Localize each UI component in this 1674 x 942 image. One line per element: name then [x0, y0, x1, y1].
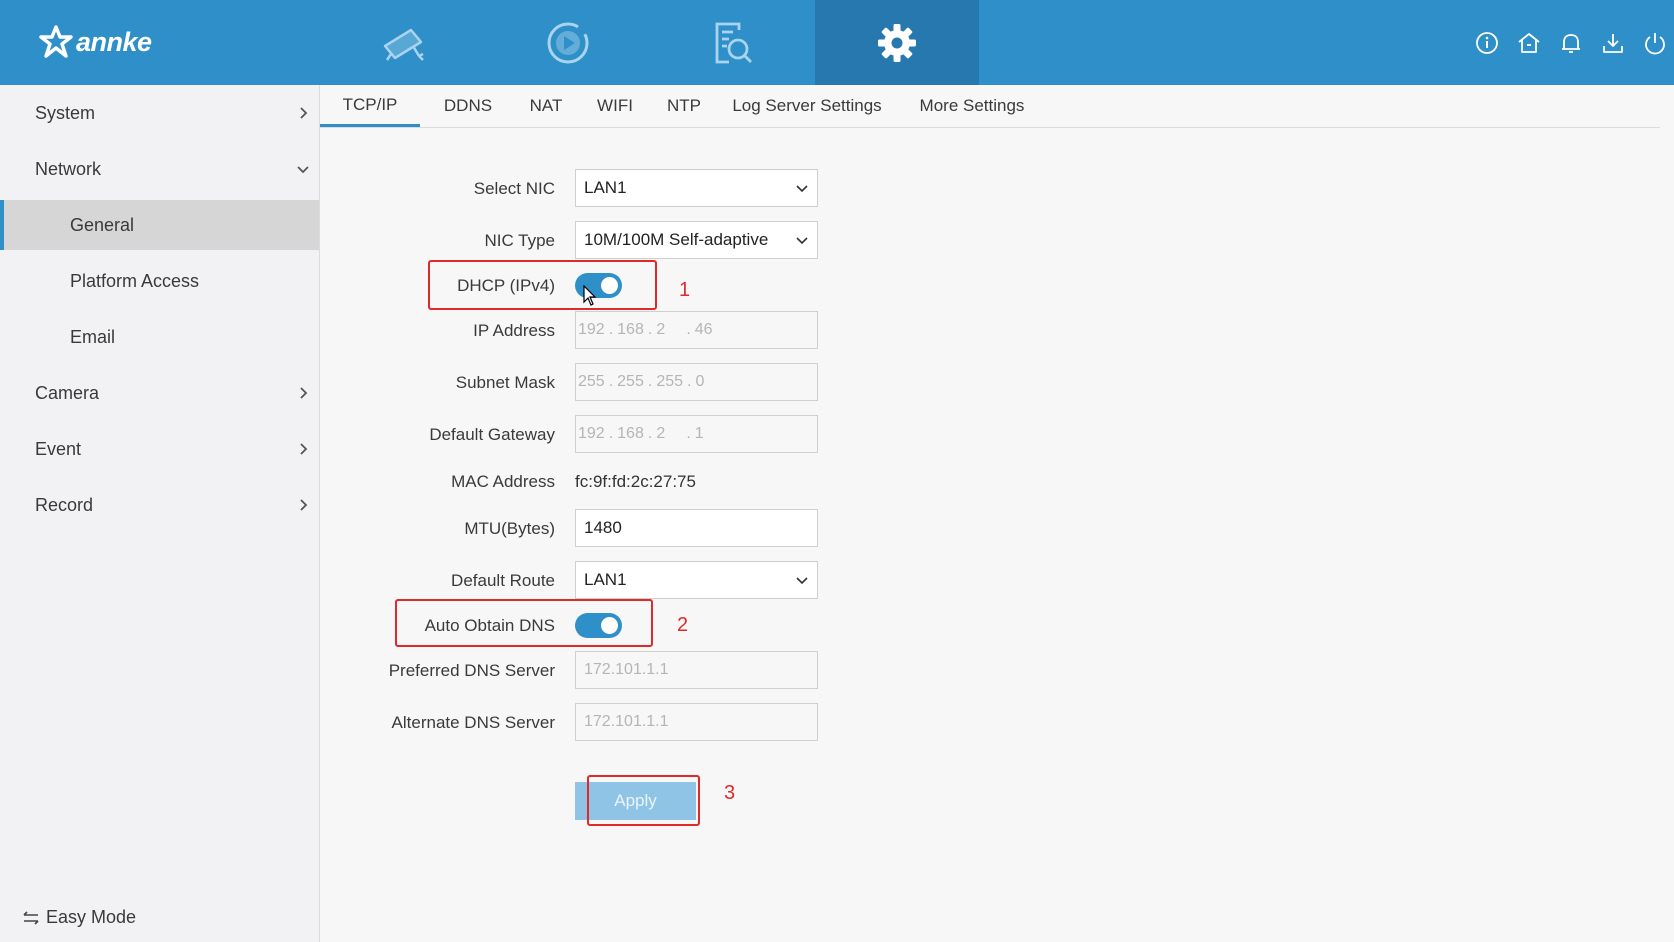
- tab-log-server-settings[interactable]: Log Server Settings: [722, 85, 892, 127]
- nav-search[interactable]: [650, 0, 814, 85]
- sidebar-item-label: Platform Access: [70, 270, 200, 291]
- preferred-dns-label: Preferred DNS Server: [388, 661, 555, 680]
- default-route-label: Default Route: [451, 571, 555, 590]
- mask-octet: 255: [656, 373, 684, 390]
- tab-wifi[interactable]: WIFI: [584, 85, 646, 127]
- nav-playback[interactable]: [486, 0, 650, 85]
- nav-configuration[interactable]: [815, 0, 979, 85]
- annke-logo: annke: [38, 24, 152, 60]
- subnet-mask-field[interactable]: 255. 255. 255. 0: [575, 363, 818, 401]
- alternate-dns-label: Alternate DNS Server: [391, 713, 555, 732]
- ip-address-field[interactable]: 192. 168. 2. 46: [575, 311, 818, 349]
- sidebar-item-label: Email: [70, 326, 116, 347]
- header-right-icons: [1458, 0, 1674, 85]
- easy-mode-button[interactable]: Easy Mode: [22, 907, 136, 928]
- tab-ddns[interactable]: DDNS: [430, 85, 506, 127]
- tab-more-settings[interactable]: More Settings: [902, 85, 1042, 127]
- alternate-dns-value: 172.101.1.1: [584, 713, 669, 730]
- auto-dns-label: Auto Obtain DNS: [424, 616, 555, 635]
- preferred-dns-value: 172.101.1.1: [584, 661, 669, 678]
- gateway-octet: 192: [578, 425, 605, 442]
- chevron-right-icon: [300, 107, 308, 119]
- annotation-number-1: 1: [679, 279, 691, 301]
- chevron-down-icon: [796, 577, 808, 585]
- easy-mode-label: Easy Mode: [46, 907, 137, 927]
- nav-live-view[interactable]: [322, 0, 486, 85]
- mask-octet: 255: [578, 373, 605, 390]
- sidebar: System Network General Platform Access E…: [0, 85, 320, 942]
- gateway-octet: 168: [617, 425, 644, 442]
- camera-icon: [383, 28, 424, 61]
- tab-nat[interactable]: NAT: [516, 85, 576, 127]
- sidebar-item-label: Event: [35, 438, 82, 459]
- logo-mark-icon: [39, 25, 73, 58]
- gateway-octet: 1: [694, 425, 704, 442]
- ip-address-label: IP Address: [473, 321, 555, 340]
- info-icon[interactable]: [1474, 30, 1500, 56]
- alternate-dns-field[interactable]: 172.101.1.1: [575, 703, 818, 741]
- mtu-value: 1480: [584, 518, 622, 537]
- sidebar-item-label: General: [70, 214, 135, 235]
- ip-octet: 192: [578, 321, 605, 338]
- play-icon: [547, 22, 589, 63]
- dhcp-label: DHCP (IPv4): [457, 276, 555, 295]
- mask-octet: 0: [695, 373, 705, 390]
- sidebar-item-system[interactable]: System: [0, 88, 319, 138]
- default-route-value: LAN1: [584, 570, 627, 589]
- default-gateway-label: Default Gateway: [429, 425, 555, 444]
- select-nic-label: Select NIC: [473, 179, 555, 198]
- mac-address-value: fc:9f:fd:2c:27:75: [575, 472, 696, 491]
- top-navigation-bar: annke: [0, 0, 1674, 85]
- tab-ntp[interactable]: NTP: [656, 85, 712, 127]
- swap-icon: [23, 910, 39, 925]
- bell-icon[interactable]: [1558, 30, 1584, 56]
- auto-dns-toggle[interactable]: [575, 613, 622, 638]
- home-icon[interactable]: [1516, 30, 1542, 56]
- sidebar-item-label: Network: [35, 158, 102, 179]
- nic-type-dropdown[interactable]: 10M/100M Self-adaptive: [575, 221, 818, 259]
- ip-octet: 168: [617, 321, 644, 338]
- power-icon[interactable]: [1642, 30, 1668, 56]
- highlight-box-apply: [587, 775, 700, 826]
- mask-octet: 255: [617, 373, 644, 390]
- default-route-dropdown[interactable]: LAN1: [575, 561, 818, 599]
- mtu-input[interactable]: 1480: [575, 509, 818, 547]
- sidebar-item-label: Record: [35, 494, 94, 515]
- chevron-right-icon: [300, 499, 308, 511]
- gateway-octet: 2: [656, 425, 666, 442]
- annotation-number-2: 2: [677, 614, 689, 636]
- sidebar-item-label: System: [35, 102, 96, 123]
- mouse-cursor-icon: [583, 285, 597, 306]
- mac-address-label: MAC Address: [451, 472, 555, 491]
- preferred-dns-field[interactable]: 172.101.1.1: [575, 651, 818, 689]
- file-search-icon: [715, 22, 752, 63]
- select-nic-dropdown[interactable]: LAN1: [575, 169, 818, 207]
- subnet-mask-label: Subnet Mask: [455, 373, 555, 392]
- download-icon[interactable]: [1600, 30, 1626, 56]
- sidebar-item-label: Camera: [35, 382, 100, 403]
- select-nic-value: LAN1: [584, 178, 627, 197]
- annotation-number-3: 3: [724, 782, 736, 804]
- nic-type-value: 10M/100M Self-adaptive: [584, 230, 769, 249]
- ip-octet: 2: [656, 321, 666, 338]
- nic-type-label: NIC Type: [484, 231, 555, 250]
- gear-icon: [878, 23, 916, 62]
- tab-bar: TCP/IP DDNS NAT WIFI NTP Log Server Sett…: [320, 85, 1660, 128]
- chevron-down-icon: [796, 237, 808, 245]
- ip-octet: 46: [694, 321, 713, 338]
- chevron-down-icon: [297, 166, 309, 174]
- chevron-down-icon: [796, 185, 808, 193]
- mtu-label: MTU(Bytes): [464, 519, 555, 538]
- default-gateway-field[interactable]: 192. 168. 2. 1: [575, 415, 818, 453]
- tab-tcp-ip[interactable]: TCP/IP: [320, 85, 420, 127]
